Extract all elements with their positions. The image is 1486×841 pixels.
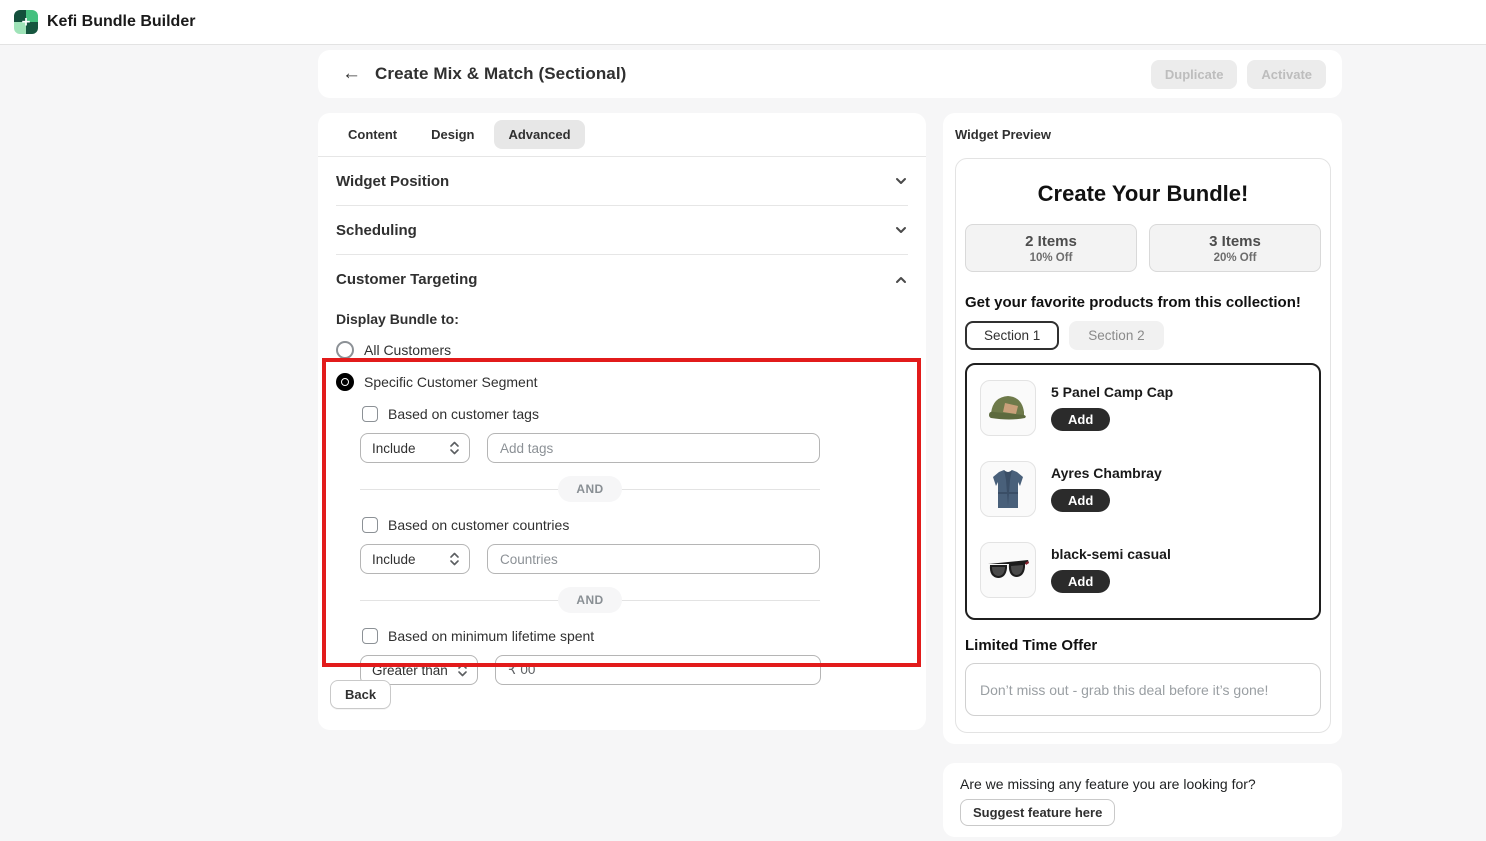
checkbox-lifetime-spent-label: Based on minimum lifetime spent — [388, 628, 594, 644]
section-scheduling-title: Scheduling — [336, 222, 417, 239]
tier-3-items[interactable]: 3 Items 20% Off — [1149, 224, 1321, 272]
section-customer-targeting[interactable]: Customer Targeting — [336, 255, 908, 304]
tier-discount-label: 10% Off — [1030, 252, 1073, 264]
tags-operator-select[interactable]: Include — [360, 433, 470, 463]
sunglasses-image — [980, 542, 1036, 598]
checkbox-lifetime-spent[interactable]: Based on minimum lifetime spent — [362, 628, 908, 644]
app-name: Kefi Bundle Builder — [47, 13, 195, 31]
countries-rule-row: Include — [360, 544, 908, 574]
page-title: Create Mix & Match (Sectional) — [375, 64, 626, 84]
tags-input[interactable] — [487, 433, 820, 463]
spent-amount-input[interactable] — [495, 655, 821, 685]
countries-operator-select[interactable]: Include — [360, 544, 470, 574]
duplicate-button[interactable]: Duplicate — [1151, 60, 1238, 89]
and-badge: AND — [558, 587, 621, 613]
radio-icon[interactable] — [336, 341, 354, 359]
widget-preview-panel: Widget Preview Create Your Bundle! 2 Ite… — [943, 113, 1342, 744]
section-2-tab[interactable]: Section 2 — [1069, 321, 1163, 350]
header-actions: Duplicate Activate — [1151, 60, 1326, 89]
section-widget-position[interactable]: Widget Position — [336, 157, 908, 206]
widget-preview-label: Widget Preview — [943, 113, 1342, 142]
spent-operator-value: Greater than — [372, 663, 448, 678]
customer-targeting-body: Display Bundle to: All Customers Specifi… — [318, 311, 926, 685]
back-button[interactable]: Back — [330, 680, 391, 709]
add-button[interactable]: Add — [1051, 408, 1110, 431]
back-arrow-icon[interactable]: ← — [342, 63, 361, 85]
activate-button[interactable]: Activate — [1247, 60, 1326, 89]
widget-preview-frame: Create Your Bundle! 2 Items 10% Off 3 It… — [955, 158, 1331, 733]
product-name: Ayres Chambray — [1051, 465, 1162, 481]
add-button[interactable]: Add — [1051, 489, 1110, 512]
checkbox-customer-tags-label: Based on customer tags — [388, 406, 539, 422]
chevron-down-icon — [894, 223, 908, 237]
product-name: 5 Panel Camp Cap — [1051, 384, 1173, 400]
section-tabs: Section 1 Section 2 — [965, 321, 1321, 350]
tier-items-label: 3 Items — [1209, 233, 1261, 250]
product-row: Ayres Chambray Add — [980, 461, 1306, 517]
tier-items-label: 2 Items — [1025, 233, 1077, 250]
feedback-question: Are we missing any feature you are looki… — [960, 776, 1325, 792]
chevron-down-icon — [894, 174, 908, 188]
editor-tabs: Content Design Advanced — [318, 113, 926, 157]
radio-selected-icon[interactable] — [336, 373, 354, 391]
bundle-title: Create Your Bundle! — [965, 181, 1321, 207]
select-updown-icon — [449, 441, 460, 455]
and-divider: AND — [360, 587, 820, 613]
checkbox-customer-countries-label: Based on customer countries — [388, 517, 569, 533]
section-1-tab[interactable]: Section 1 — [965, 321, 1059, 350]
checkbox-icon[interactable] — [362, 628, 378, 644]
tab-advanced[interactable]: Advanced — [494, 120, 584, 149]
radio-all-customers-label: All Customers — [364, 342, 451, 358]
countries-input[interactable] — [487, 544, 820, 574]
section-customer-targeting-title: Customer Targeting — [336, 271, 477, 288]
and-divider: AND — [360, 476, 820, 502]
tier-discount-label: 20% Off — [1214, 252, 1257, 264]
camp-cap-image — [980, 380, 1036, 436]
top-bar: + Kefi Bundle Builder — [0, 0, 1486, 45]
checkbox-icon[interactable] — [362, 406, 378, 422]
add-button[interactable]: Add — [1051, 570, 1110, 593]
products-box: 5 Panel Camp Cap Add Ayres Chambray Add — [965, 363, 1321, 620]
and-badge: AND — [558, 476, 621, 502]
editor-panel: Content Design Advanced Widget Position … — [318, 113, 926, 730]
section-scheduling[interactable]: Scheduling — [336, 206, 908, 255]
tags-operator-value: Include — [372, 441, 416, 456]
select-updown-icon — [457, 663, 468, 677]
product-row: 5 Panel Camp Cap Add — [980, 380, 1306, 436]
bundle-tiers: 2 Items 10% Off 3 Items 20% Off — [965, 224, 1321, 272]
radio-all-customers[interactable]: All Customers — [336, 341, 908, 359]
select-updown-icon — [449, 552, 460, 566]
tab-design[interactable]: Design — [417, 120, 488, 149]
radio-specific-segment[interactable]: Specific Customer Segment — [336, 373, 908, 391]
offer-text-input[interactable] — [965, 663, 1321, 716]
chevron-up-icon — [894, 273, 908, 287]
suggest-feature-button[interactable]: Suggest feature here — [960, 799, 1115, 826]
feedback-card: Are we missing any feature you are looki… — [943, 763, 1342, 837]
limited-time-offer-label: Limited Time Offer — [965, 637, 1321, 654]
checkbox-icon[interactable] — [362, 517, 378, 533]
product-row: black-semi casual Add — [980, 542, 1306, 598]
checkbox-customer-tags[interactable]: Based on customer tags — [362, 406, 908, 422]
checkbox-customer-countries[interactable]: Based on customer countries — [362, 517, 908, 533]
tab-content[interactable]: Content — [334, 120, 411, 149]
section-widget-position-title: Widget Position — [336, 173, 449, 190]
tags-rule-row: Include — [360, 433, 908, 463]
product-name: black-semi casual — [1051, 546, 1171, 562]
radio-specific-segment-label: Specific Customer Segment — [364, 374, 538, 390]
collection-heading: Get your favorite products from this col… — [965, 294, 1321, 311]
page-header: ← Create Mix & Match (Sectional) Duplica… — [318, 50, 1342, 98]
app-logo-icon: + — [14, 10, 38, 34]
tier-2-items[interactable]: 2 Items 10% Off — [965, 224, 1137, 272]
chambray-jacket-image — [980, 461, 1036, 517]
countries-operator-value: Include — [372, 552, 416, 567]
display-bundle-label: Display Bundle to: — [336, 311, 908, 327]
spent-rule-row: Greater than — [360, 655, 908, 685]
